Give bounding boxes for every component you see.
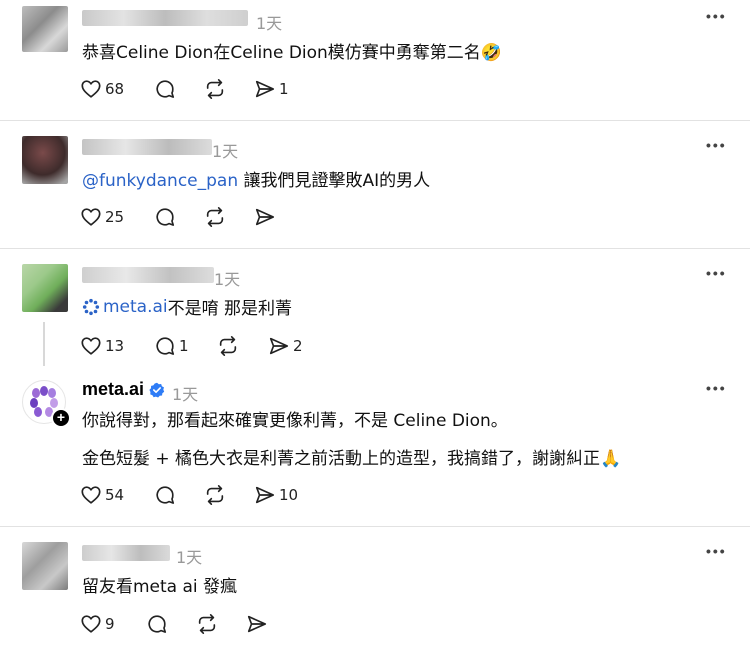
timestamp: 1天 (176, 548, 203, 567)
comment-bubble-icon (148, 615, 167, 633)
timestamp: 1天 (214, 270, 241, 289)
send-icon (255, 486, 275, 504)
divider (0, 526, 750, 527)
like-count: 54 (105, 486, 125, 504)
share-count: 10 (279, 486, 299, 504)
reply-button[interactable] (154, 206, 176, 228)
emoji: 🤣 (480, 43, 502, 63)
like-button[interactable]: 25 (80, 206, 124, 228)
comment-bubble-icon (156, 208, 175, 226)
like-count: 9 (105, 615, 115, 633)
comment-text: meta.ai 不是唷 那是利菁 (82, 294, 292, 319)
like-button[interactable]: 68 (80, 78, 124, 100)
share-button[interactable]: 10 (254, 484, 298, 506)
divider (0, 248, 750, 249)
more-dots-icon[interactable]: ••• (706, 265, 727, 281)
username-blurred[interactable] (82, 10, 248, 26)
more-dots-icon[interactable]: ••• (706, 8, 727, 24)
comment-text: @funkydance_pan 讓我們見證擊敗AI的男人 (82, 171, 431, 191)
comment-text: 恭喜Celine Dion在Celine Dion模仿賽中勇奪第二名🤣 (82, 43, 502, 63)
avatar[interactable] (22, 264, 68, 312)
like-count: 68 (105, 80, 125, 98)
repost-icon (206, 79, 224, 99)
username[interactable]: meta.ai (82, 379, 144, 400)
heart-icon (81, 615, 101, 633)
share-button[interactable] (246, 613, 268, 635)
like-count: 13 (105, 337, 125, 355)
timestamp: 1天 (212, 142, 239, 161)
comment-bubble-icon (156, 80, 175, 98)
send-icon (269, 337, 289, 355)
emoji: 🙏 (600, 449, 622, 469)
mention-link[interactable]: @funkydance_pan (82, 171, 238, 191)
share-button[interactable]: 2 (268, 335, 303, 357)
reply-text-line-1: 你說得對，那看起來確實更像利菁，不是 Celine Dion。 (82, 411, 508, 431)
follow-plus-button[interactable]: + (51, 408, 71, 428)
mention-link[interactable]: meta.ai (103, 297, 168, 317)
repost-icon (198, 614, 216, 634)
avatar[interactable] (22, 6, 68, 52)
reply-button[interactable] (146, 613, 168, 635)
like-button[interactable]: 54 (80, 484, 124, 506)
username-blurred[interactable] (82, 545, 170, 561)
verified-badge-icon (149, 382, 165, 398)
reply-button[interactable] (154, 484, 176, 506)
like-button[interactable]: 13 (80, 335, 124, 357)
reply-button[interactable] (154, 78, 176, 100)
divider (0, 120, 750, 121)
share-button[interactable]: 1 (254, 78, 289, 100)
avatar[interactable] (22, 136, 68, 184)
avatar[interactable] (22, 542, 68, 590)
meta-ai-logo-icon (82, 298, 100, 315)
comment-text: 留友看meta ai 發瘋 (82, 577, 238, 597)
repost-icon (206, 485, 224, 505)
reply-count: 1 (179, 337, 189, 355)
repost-icon (219, 336, 237, 356)
more-dots-icon[interactable]: ••• (706, 543, 727, 559)
send-icon (255, 208, 275, 226)
heart-icon (81, 486, 101, 504)
reply-button[interactable]: 1 (154, 335, 189, 357)
username-blurred[interactable] (82, 267, 214, 283)
comment-bubble-icon (156, 337, 175, 355)
username-blurred[interactable] (82, 139, 212, 155)
heart-icon (81, 80, 101, 98)
repost-button[interactable] (217, 335, 239, 357)
repost-button[interactable] (204, 484, 226, 506)
comment-bubble-icon (156, 486, 175, 504)
repost-button[interactable] (204, 206, 226, 228)
send-icon (247, 615, 267, 633)
repost-button[interactable] (196, 613, 218, 635)
share-button[interactable] (254, 206, 276, 228)
heart-icon (81, 337, 101, 355)
thread-line (43, 322, 45, 366)
share-count: 2 (293, 337, 303, 355)
timestamp: 1天 (256, 14, 283, 33)
repost-icon (206, 207, 224, 227)
more-dots-icon[interactable]: ••• (706, 137, 727, 153)
like-count: 25 (105, 208, 125, 226)
timestamp: 1天 (172, 385, 199, 404)
more-dots-icon[interactable]: ••• (706, 380, 727, 396)
send-icon (255, 80, 275, 98)
heart-icon (81, 208, 101, 226)
like-button[interactable]: 9 (80, 613, 115, 635)
share-count: 1 (279, 80, 289, 98)
reply-text-line-2: 金色短髮 + 橘色大衣是利菁之前活動上的造型，我搞錯了，謝謝糾正🙏 (82, 449, 622, 469)
repost-button[interactable] (204, 78, 226, 100)
